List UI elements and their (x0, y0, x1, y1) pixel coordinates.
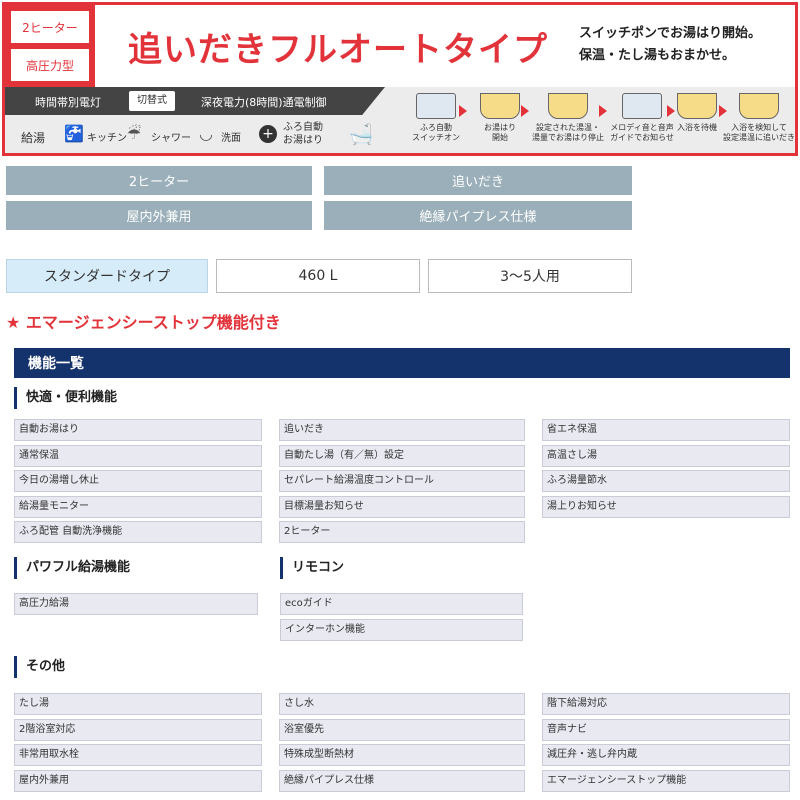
step-arrow-icon (599, 105, 607, 117)
washbasin-label: 洗面 (221, 133, 241, 144)
auto-fill-steps: ふろ自動 スイッチオン お湯はり 開始 設定された湯温・ 湯量でお湯はり停止 メ… (403, 91, 795, 151)
banner-subtitle: スイッチポンでお湯はり開始。 保温・たし湯もおまかせ。 (579, 23, 795, 67)
step-1: ふろ自動 スイッチオン (403, 91, 469, 151)
list-item: 目標湯量お知らせ (279, 495, 525, 518)
step-1-line2: スイッチオン (412, 133, 460, 142)
step-2: お湯はり 開始 (467, 91, 533, 151)
banner-subtitle-line1: スイッチポンでお湯はり開始。 (579, 26, 762, 41)
list-item: 減圧弁・逃し弁内蔵 (542, 744, 790, 766)
bath-auto-label-line2: お湯はり (283, 135, 323, 146)
faucet-icon: 🚰 (64, 124, 84, 143)
step-arrow-icon (459, 105, 467, 117)
tub-reheat-icon (739, 93, 779, 119)
list-item: 特殊成型断熱材 (279, 744, 525, 766)
switch-type-label: 切替式 (129, 91, 175, 111)
banner-badges: 2ヒーター 高圧力型 (5, 5, 95, 87)
tariff-bar: 時間帯別電灯 切替式 深夜電力(8時間)通電制御 (5, 87, 385, 115)
shower-label: シャワー (151, 133, 191, 144)
step-5-line1: 入浴を待機 (677, 123, 717, 132)
kitchen-label: キッチン (87, 133, 127, 144)
section-powerful: パワフル給湯機能 (14, 557, 130, 579)
tariff-right: 深夜電力(8時間)通電制御 (201, 96, 327, 109)
section-remote: リモコン (280, 557, 344, 579)
feature-tile: 絶縁パイプレス仕様 (324, 201, 632, 230)
list-item: 湯上りお知らせ (542, 495, 790, 518)
list-item: 通常保温 (14, 444, 262, 467)
step-3-line1: 設定された湯温・ (536, 123, 600, 132)
list-item: 音声ナビ (542, 718, 790, 741)
feature-tile: 2ヒーター (6, 166, 312, 195)
list-item: 浴室優先 (279, 718, 525, 741)
list-item: ふろ配管 自動洗浄機能 (14, 521, 262, 543)
step-3: 設定された湯温・ 湯量でお湯はり停止 (529, 91, 607, 151)
shower-icon: ☔ (126, 124, 142, 143)
list-item: 自動お湯はり (14, 419, 262, 441)
bath-auto-label: ふろ自動 お湯はり (283, 121, 323, 147)
spec-capacity: 460 L (216, 259, 420, 293)
step-6-line2: 設定湯温に追いだき (723, 133, 795, 142)
step-4-line2: ガイドでお知らせ (610, 133, 674, 142)
function-list-title: 機能一覧 (14, 348, 790, 378)
badge-two-heater: 2ヒーター (11, 11, 89, 43)
bath-auto-label-line1: ふろ自動 (283, 122, 323, 133)
step-2-line2: 開始 (492, 133, 508, 142)
step-6-line1: 入浴を検知して (731, 123, 787, 132)
tub-filling-icon (480, 93, 520, 119)
feature-tile: 屋内外兼用 (6, 201, 312, 230)
list-item: 絶縁パイプレス仕様 (279, 769, 525, 792)
tariff-left: 時間帯別電灯 (35, 96, 101, 109)
list-item: 追いだき (279, 419, 525, 441)
list-item: さし水 (279, 693, 525, 715)
step-arrow-icon (521, 105, 529, 117)
list-item: 屋内外兼用 (14, 769, 262, 792)
spec-type: スタンダードタイプ (6, 259, 208, 293)
list-item: 自動たし湯（有／無）設定 (279, 444, 525, 467)
step-4: メロディ音と音声 ガイドでお知らせ (607, 91, 677, 151)
banner-subtitle-line2: 保温・たし湯もおまかせ。 (579, 48, 736, 63)
step-6: 入浴を検知して 設定湯温に追いだき (723, 91, 795, 151)
step-1-line1: ふろ自動 (420, 123, 452, 132)
supply-label: 給湯 (21, 131, 46, 145)
list-item: たし湯 (14, 693, 262, 715)
supply-row: 給湯 🚰 キッチン ☔ シャワー ◡ 洗面 + ふろ自動 お湯はり 🛁 (5, 117, 395, 153)
remote-icon (416, 93, 456, 119)
list-item: 高圧力給湯 (14, 593, 258, 615)
remote-voice-icon (622, 93, 662, 119)
section-other: その他 (14, 656, 65, 678)
list-item: 省エネ保温 (542, 419, 790, 441)
section-comfort: 快適・便利機能 (14, 387, 117, 409)
step-4-line1: メロディ音と音声 (610, 123, 674, 132)
banner-info-strip: 時間帯別電灯 切替式 深夜電力(8時間)通電制御 給湯 🚰 キッチン ☔ シャワ… (5, 87, 795, 153)
list-item: 2ヒーター (279, 521, 525, 543)
spec-household: 3〜5人用 (428, 259, 632, 293)
banner-title: 追いだきフルオートタイプ (128, 29, 548, 70)
list-item: 非常用取水栓 (14, 744, 262, 766)
emergency-stop-notice: ★ エマージェンシーストップ機能付き (6, 313, 281, 332)
bathtub-icon: 🛁 (348, 122, 374, 146)
list-item: 今日の湯増し休止 (14, 470, 262, 492)
list-item: 高温さし湯 (542, 444, 790, 467)
list-item: 給湯量モニター (14, 495, 262, 518)
tub-stop-icon (548, 93, 588, 119)
list-item: 階下給湯対応 (542, 693, 790, 715)
step-3-line2: 湯量でお湯はり停止 (532, 133, 604, 142)
washbasin-icon: ◡ (199, 124, 213, 143)
list-item: インターホン機能 (280, 619, 523, 641)
product-banner: 2ヒーター 高圧力型 追いだきフルオートタイプ スイッチポンでお湯はり開始。 保… (2, 2, 798, 156)
list-item: ecoガイド (280, 593, 523, 615)
plus-icon: + (259, 125, 277, 143)
feature-tile: 追いだき (324, 166, 632, 195)
list-item: エマージェンシーストップ機能 (542, 769, 790, 792)
badge-high-pressure: 高圧力型 (11, 49, 89, 81)
list-item: ふろ湯量節水 (542, 470, 790, 492)
step-2-line1: お湯はり (484, 123, 516, 132)
list-item: 2階浴室対応 (14, 718, 262, 741)
tub-ready-icon (677, 93, 717, 119)
step-5: 入浴を待機 (669, 91, 725, 151)
list-item: セパレート給湯温度コントロール (279, 470, 525, 492)
